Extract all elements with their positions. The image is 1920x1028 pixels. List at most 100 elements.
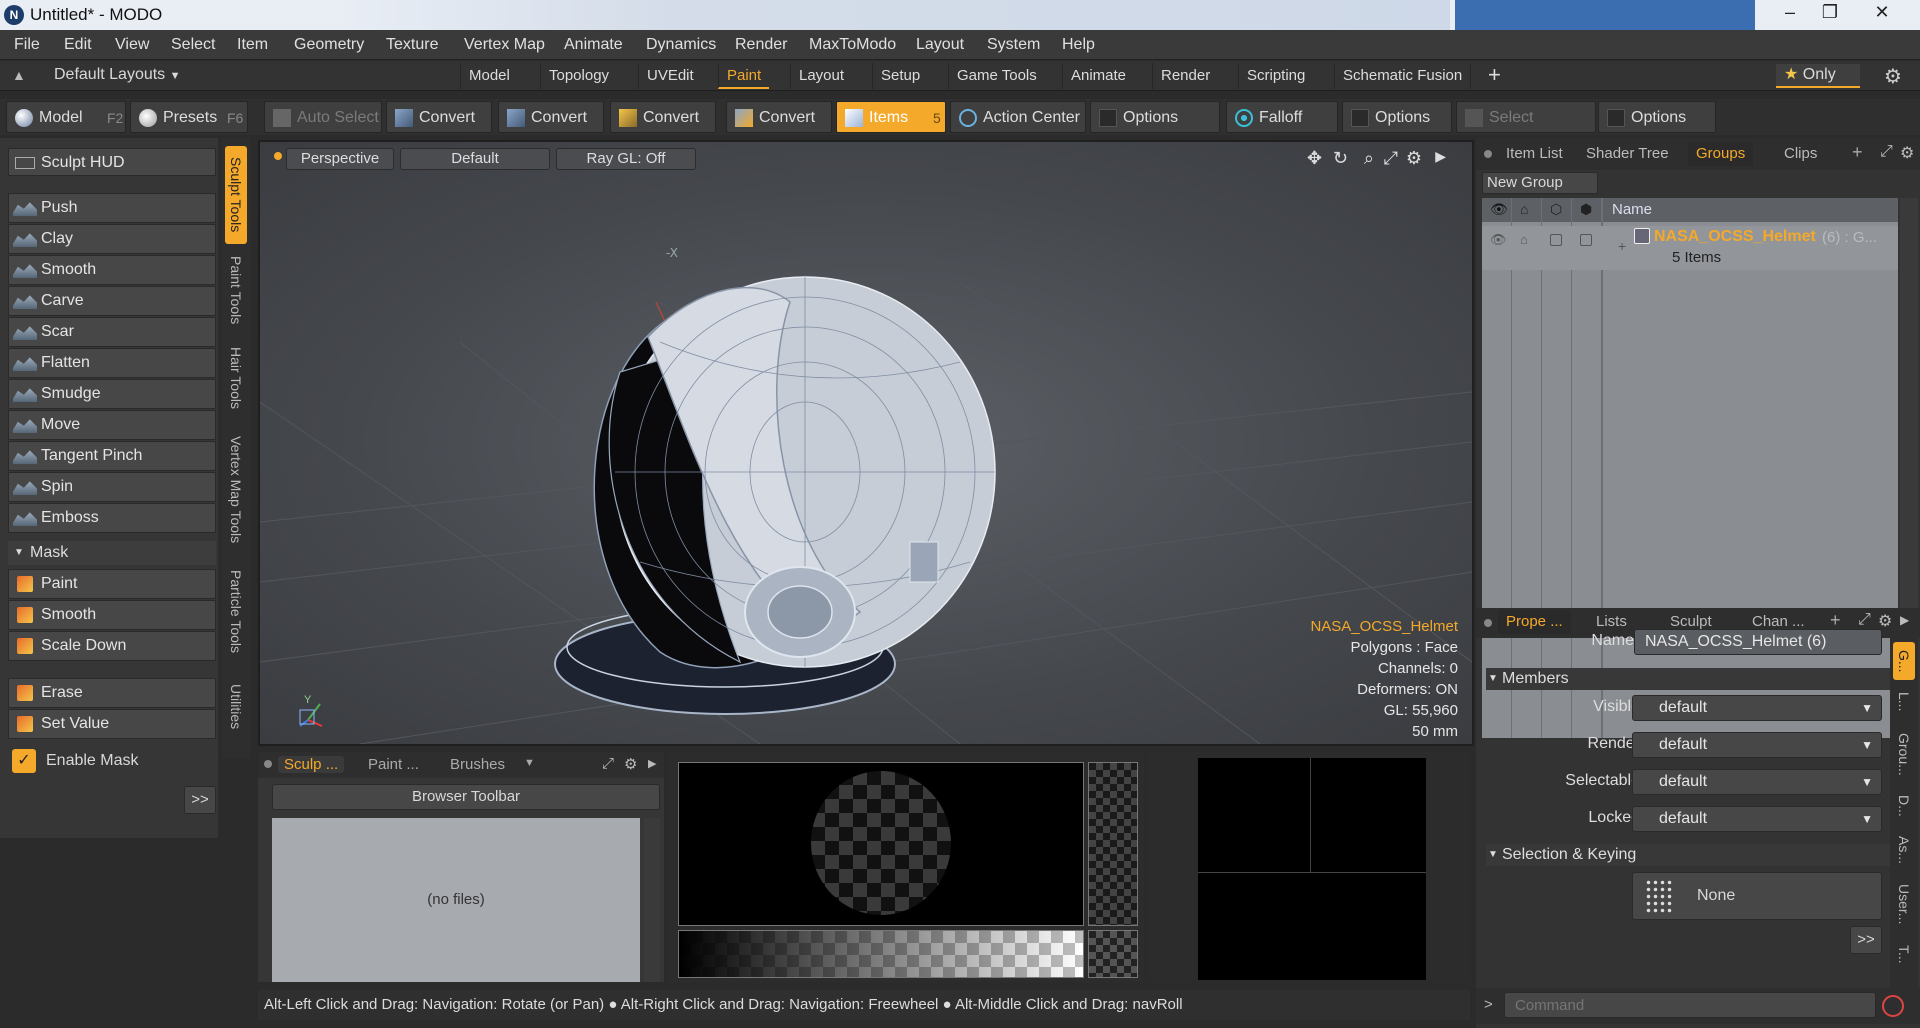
tool-smudge[interactable]: Smudge bbox=[8, 379, 216, 409]
panel-more-icon[interactable]: ▶ bbox=[648, 757, 656, 770]
raygl-toggle[interactable]: Ray GL: Off bbox=[556, 148, 696, 170]
menu-geometry[interactable]: Geometry bbox=[294, 36, 364, 54]
mask-erase[interactable]: Erase bbox=[8, 678, 216, 708]
tab-topology[interactable]: Topology bbox=[540, 63, 617, 89]
row-render-icon[interactable]: ⌂ bbox=[1520, 232, 1528, 247]
tab-layout[interactable]: Layout bbox=[790, 63, 852, 89]
tab-model[interactable]: Model bbox=[460, 63, 518, 89]
tab-item-list[interactable]: Item List bbox=[1498, 142, 1571, 166]
panel-more-icon[interactable]: ▶ bbox=[1900, 613, 1909, 627]
menu-layout[interactable]: Layout bbox=[916, 36, 964, 54]
menu-animate[interactable]: Animate bbox=[564, 36, 623, 54]
move-view-icon[interactable]: ✥ bbox=[1307, 148, 1322, 169]
tool-spin[interactable]: Spin bbox=[8, 472, 216, 502]
tool-smooth[interactable]: Smooth bbox=[8, 255, 216, 285]
selectable-dropdown[interactable]: default ▼ bbox=[1632, 769, 1882, 795]
tab-animate[interactable]: Animate bbox=[1062, 63, 1134, 89]
tool-scar[interactable]: Scar bbox=[8, 317, 216, 347]
menu-item[interactable]: Item bbox=[237, 36, 268, 54]
only-toggle[interactable]: ★ Only bbox=[1776, 64, 1860, 88]
tab-schematic-fusion[interactable]: Schematic Fusion bbox=[1334, 63, 1472, 89]
rotate-view-icon[interactable]: ↻ bbox=[1333, 148, 1348, 169]
maximize-view-icon[interactable]: ⤢ bbox=[1384, 148, 1398, 169]
visible-dropdown[interactable]: default ▼ bbox=[1632, 695, 1882, 721]
layout-collapse-icon[interactable]: ▲ bbox=[12, 67, 26, 83]
falloff-button[interactable]: Falloff bbox=[1226, 101, 1338, 133]
row-select-icon[interactable] bbox=[1550, 234, 1562, 246]
none-button[interactable]: None bbox=[1632, 872, 1882, 920]
uv-preview-area[interactable] bbox=[1198, 758, 1426, 980]
lock-icon[interactable]: ⬢ bbox=[1580, 201, 1592, 218]
menu-edit[interactable]: Edit bbox=[64, 36, 92, 54]
tab-sculpt-tools[interactable]: Sculpt Tools bbox=[225, 146, 247, 244]
record-icon[interactable] bbox=[1882, 995, 1904, 1017]
convert-button-4[interactable]: Convert bbox=[726, 101, 832, 133]
options-button-1[interactable]: Options bbox=[1090, 101, 1220, 133]
tab-sculpt-browser[interactable]: Sculp ... bbox=[278, 756, 345, 773]
tab-assembly[interactable]: As... bbox=[1893, 828, 1915, 872]
tab-layers-props[interactable]: L... bbox=[1893, 684, 1915, 720]
new-group-button[interactable]: New Group bbox=[1482, 172, 1598, 194]
tab-game-tools[interactable]: Game Tools bbox=[948, 63, 1045, 89]
expand-plus-icon[interactable]: + bbox=[1618, 238, 1626, 254]
tab-shader-tree[interactable]: Shader Tree bbox=[1578, 142, 1677, 166]
browser-toolbar-button[interactable]: Browser Toolbar bbox=[272, 784, 660, 810]
mask-paint[interactable]: Paint bbox=[8, 569, 216, 599]
browser-scrollbar[interactable] bbox=[644, 818, 660, 982]
menu-system[interactable]: System bbox=[987, 36, 1040, 54]
tab-clips[interactable]: Clips bbox=[1776, 142, 1825, 166]
panel-dot-icon[interactable] bbox=[1484, 150, 1492, 158]
tab-group-props[interactable]: G... bbox=[1893, 642, 1915, 680]
convert-button-3[interactable]: Convert bbox=[610, 101, 716, 133]
gradient-ramp[interactable] bbox=[678, 930, 1084, 978]
tab-tags[interactable]: T... bbox=[1893, 936, 1915, 972]
convert-button-1[interactable]: Convert bbox=[386, 101, 492, 133]
action-center-button[interactable]: Action Center bbox=[950, 101, 1086, 133]
expand-button[interactable]: >> bbox=[184, 786, 216, 814]
minimize-icon[interactable]: – bbox=[1770, 0, 1810, 26]
enable-mask-toggle[interactable]: ✓ Enable Mask bbox=[8, 746, 216, 776]
3d-viewport[interactable]: -X Perspective Default Ray GL: Off ✥ ↻ ⌕… bbox=[258, 140, 1474, 746]
mask-smooth[interactable]: Smooth bbox=[8, 600, 216, 630]
render-icon[interactable]: ⌂ bbox=[1520, 201, 1528, 217]
panel-gear-icon[interactable]: ⚙ bbox=[624, 755, 637, 773]
view-perspective-dropdown[interactable]: Perspective bbox=[286, 148, 394, 170]
add-tab-icon[interactable]: + bbox=[1852, 142, 1863, 163]
tool-clay[interactable]: Clay bbox=[8, 224, 216, 254]
tool-flatten[interactable]: Flatten bbox=[8, 348, 216, 378]
menu-maxtomodo[interactable]: MaxToModo bbox=[809, 36, 896, 54]
group-row[interactable]: 👁 ⌂ + NASA_OCSS_Helmet (6) : G... 5 Item… bbox=[1482, 226, 1898, 270]
tool-push[interactable]: Push bbox=[8, 193, 216, 223]
menu-render[interactable]: Render bbox=[735, 36, 787, 54]
properties-expand-button[interactable]: >> bbox=[1850, 926, 1882, 954]
panel-dot-icon[interactable] bbox=[264, 760, 272, 768]
menu-view[interactable]: View bbox=[115, 36, 149, 54]
panel-gear-icon[interactable]: ⚙ bbox=[1900, 143, 1914, 163]
tool-move[interactable]: Move bbox=[8, 410, 216, 440]
tab-group-settings[interactable]: Grou... bbox=[1893, 724, 1915, 784]
members-section[interactable]: ▼ Members bbox=[1486, 668, 1910, 690]
menu-texture[interactable]: Texture bbox=[386, 36, 438, 54]
row-lock-icon[interactable] bbox=[1580, 234, 1592, 246]
options-button-3[interactable]: Options bbox=[1598, 101, 1716, 133]
options-button-2[interactable]: Options bbox=[1342, 101, 1452, 133]
selection-keying-section[interactable]: ▼ Selection & Keying bbox=[1486, 844, 1910, 866]
tab-display[interactable]: D... bbox=[1893, 788, 1915, 824]
model-mode-button[interactable]: Model F2 bbox=[6, 101, 126, 133]
items-mode-button[interactable]: Items 5 bbox=[836, 101, 946, 133]
add-tab-button[interactable]: + bbox=[1488, 62, 1501, 88]
tab-groups[interactable]: Groups bbox=[1688, 142, 1754, 166]
maximize-icon[interactable]: ❐ bbox=[1810, 0, 1850, 26]
tab-brushes[interactable]: Brushes bbox=[444, 756, 511, 773]
tab-paint[interactable]: Paint bbox=[718, 63, 770, 89]
view-settings-gear-icon[interactable]: ⚙ bbox=[1406, 148, 1422, 169]
render-dropdown[interactable]: default ▼ bbox=[1632, 732, 1882, 758]
select-through-button[interactable]: Select Through bbox=[1456, 101, 1596, 158]
gear-icon[interactable]: ⚙ bbox=[1884, 64, 1902, 89]
viewport-dot-icon[interactable] bbox=[274, 152, 282, 160]
tab-vertex-map-tools[interactable]: Vertex Map Tools bbox=[225, 428, 247, 552]
name-field[interactable]: NASA_OCSS_Helmet (6) bbox=[1634, 629, 1882, 655]
tab-particle-tools[interactable]: Particle Tools bbox=[225, 562, 247, 662]
view-style-dropdown[interactable]: Default bbox=[400, 148, 550, 170]
zoom-view-icon[interactable]: ⌕ bbox=[1364, 148, 1374, 169]
